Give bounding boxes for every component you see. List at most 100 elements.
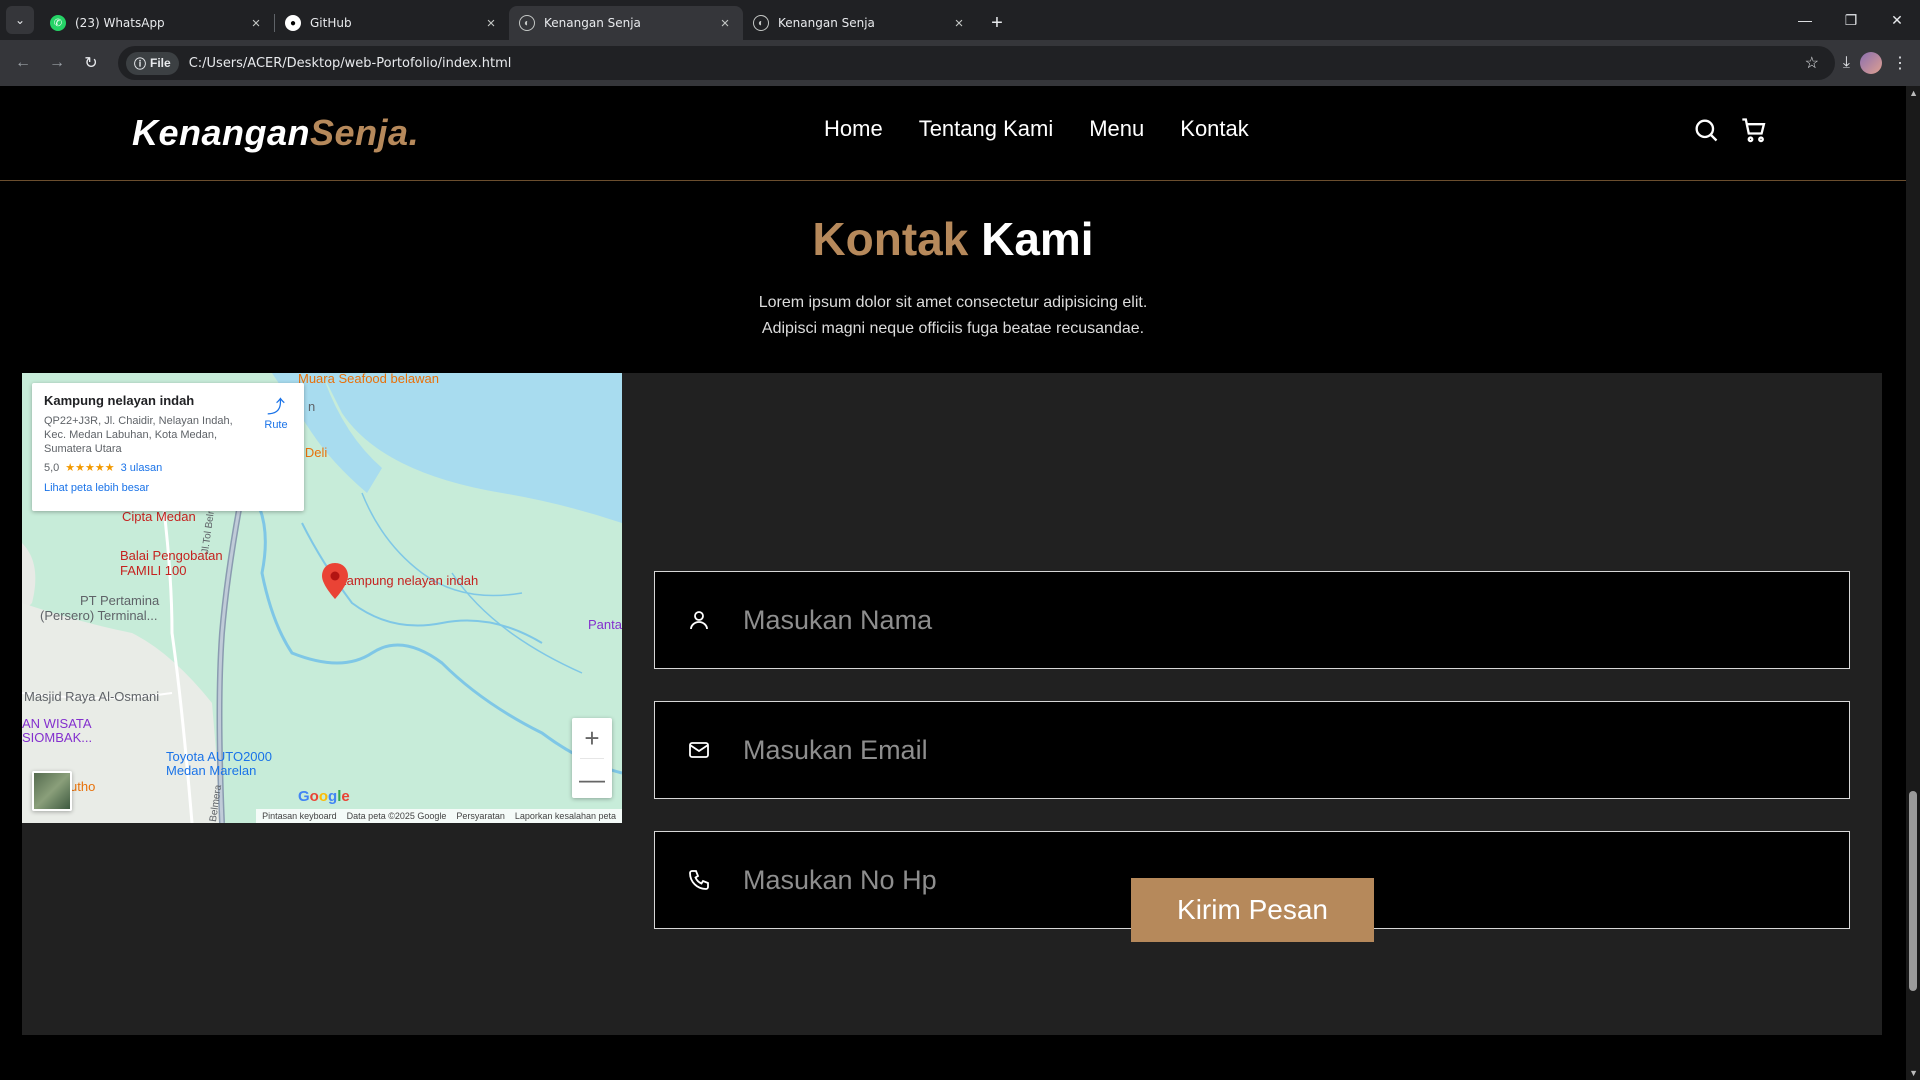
page-viewport: KenanganSenja. Home Tentang Kami Menu Ko…: [0, 86, 1920, 1080]
report-error-link[interactable]: Laporkan kesalahan peta: [515, 811, 616, 821]
browser-tab-kenangan-senja[interactable]: ◐ Kenangan Senja ×: [743, 6, 977, 40]
map-label-toyota: Toyota AUTO2000: [166, 749, 272, 764]
zoom-out-button[interactable]: —: [572, 759, 612, 799]
map-label-toyota-2: Medan Marelan: [166, 763, 257, 778]
map-label-utho: utho: [70, 779, 96, 794]
site-info-chip[interactable]: ⓘ File: [126, 51, 179, 75]
google-logo: Google: [298, 788, 350, 805]
chevron-down-icon: ⌄: [14, 13, 26, 27]
map-label-famili: FAMILI 100: [120, 563, 187, 578]
minimize-icon[interactable]: —: [1782, 0, 1828, 40]
place-name: Kampung nelayan indah: [44, 393, 195, 408]
name-input[interactable]: [743, 604, 1849, 636]
google-map-embed[interactable]: Muara Seafood belawan n n Deli Cipta Med…: [22, 373, 622, 823]
section-description: Lorem ipsum dolor sit amet consectetur a…: [0, 290, 1906, 342]
map-data-text: Data peta ©2025 Google: [346, 811, 447, 821]
new-tab-button[interactable]: +: [983, 9, 1011, 37]
nav-kontak[interactable]: Kontak: [1180, 116, 1249, 142]
desc-line-2: Adipisci magni neque officiis fuga beata…: [761, 320, 1145, 337]
back-arrow-icon[interactable]: ←: [8, 48, 38, 78]
directions-button[interactable]: ⤴ Rute: [258, 393, 294, 431]
map-label-kampung: Kampung nelayan indah: [338, 573, 479, 588]
terms-link[interactable]: Persyaratan: [456, 811, 505, 821]
brand-main: Kenangan: [132, 112, 311, 153]
close-icon[interactable]: ×: [248, 15, 264, 32]
browser-tab-whatsapp[interactable]: ✆ (23) WhatsApp ×: [40, 6, 274, 40]
restore-icon[interactable]: ❐: [1828, 0, 1874, 40]
view-larger-map-link[interactable]: Lihat peta lebih besar: [44, 482, 292, 494]
map-label-panta: Panta: [588, 617, 622, 632]
nav-links: Home Tentang Kami Menu Kontak: [824, 116, 1249, 142]
reload-icon[interactable]: ↻: [76, 48, 106, 78]
site-navbar: KenanganSenja. Home Tentang Kami Menu Ko…: [0, 86, 1906, 181]
name-field: [654, 571, 1850, 669]
whatsapp-icon: ✆: [50, 15, 66, 31]
scroll-down-arrow-icon[interactable]: ▼: [1909, 1068, 1918, 1078]
nav-menu[interactable]: Menu: [1089, 116, 1144, 142]
map-place-card: Kampung nelayan indah QP22+J3R, Jl. Chai…: [32, 383, 304, 511]
map-label-pertamina-2: (Persero) Terminal...: [40, 608, 158, 623]
brand-accent: Senja.: [310, 112, 420, 153]
download-icon[interactable]: ⤓: [1843, 54, 1850, 72]
nav-tentang-kami[interactable]: Tentang Kami: [919, 116, 1054, 142]
map-label-pertamina: PT Pertamina: [80, 593, 160, 608]
reviews-link[interactable]: 3 ulasan: [121, 462, 163, 474]
place-rating: 5,0 ★★★★★ 3 ulasan: [44, 461, 292, 475]
close-icon[interactable]: ×: [717, 15, 733, 32]
forward-arrow-icon[interactable]: →: [42, 48, 72, 78]
phone-icon: [655, 868, 743, 892]
omnibox[interactable]: ⓘ File C:/Users/ACER/Desktop/web-Portofol…: [118, 46, 1835, 80]
zoom-in-button[interactable]: +: [572, 718, 612, 758]
browser-tab-github[interactable]: ● GitHub ×: [275, 6, 509, 40]
close-icon[interactable]: ×: [483, 15, 499, 32]
tab-title: (23) WhatsApp: [75, 16, 165, 30]
place-address: QP22+J3R, Jl. Chaidir, Nelayan Indah, Ke…: [44, 415, 233, 455]
map-label-cipta: Cipta Medan: [122, 509, 196, 524]
user-icon: [655, 608, 743, 632]
scrollbar-thumb[interactable]: [1909, 791, 1917, 991]
page-scrollbar[interactable]: ▲ ▼: [1906, 86, 1920, 1080]
bookmark-star-icon[interactable]: ☆: [1797, 53, 1827, 73]
map-label-wisata: AN WISATA: [22, 716, 92, 731]
map-label-wisata-2: SIOMBAK...: [22, 730, 93, 745]
github-icon: ●: [285, 15, 301, 31]
profile-avatar[interactable]: [1860, 52, 1882, 74]
search-icon[interactable]: [1692, 116, 1720, 144]
map-label-seafood: Muara Seafood belawan: [298, 373, 439, 386]
brand-logo[interactable]: KenanganSenja.: [132, 112, 419, 154]
url-text[interactable]: C:/Users/ACER/Desktop/web-Portofolio/ind…: [189, 56, 1797, 71]
email-input[interactable]: [743, 734, 1849, 766]
browser-tab-kenangan-senja-active[interactable]: ◐ Kenangan Senja ×: [509, 6, 743, 40]
star-rating-icon: ★★★★★: [65, 462, 115, 474]
keyboard-shortcuts-link[interactable]: Pintasan keyboard: [262, 811, 337, 821]
map-label-masjid: Masjid Raya Al-Osmani: [24, 689, 160, 704]
kebab-menu-icon[interactable]: ⋮: [1892, 53, 1908, 73]
desc-line-1: Lorem ipsum dolor sit amet consectetur a…: [758, 294, 1148, 311]
mail-icon: [655, 738, 743, 762]
shopping-cart-icon[interactable]: [1740, 116, 1768, 144]
map-label-n: n: [308, 399, 316, 414]
close-window-icon[interactable]: ✕: [1874, 0, 1920, 40]
map-attribution-bar: Pintasan keyboard Data peta ©2025 Google…: [256, 809, 622, 823]
map-zoom-control: + —: [572, 718, 612, 798]
scroll-up-arrow-icon[interactable]: ▲: [1909, 88, 1918, 98]
section-title: Kontak Kami: [0, 212, 1906, 266]
satellite-layer-toggle[interactable]: [32, 771, 72, 811]
tab-title: Kenangan Senja: [778, 16, 875, 30]
info-icon: ⓘ: [134, 56, 147, 71]
tab-title: GitHub: [310, 16, 352, 30]
globe-icon: ◐: [753, 15, 769, 31]
tab-search-button[interactable]: ⌄: [6, 6, 34, 34]
window-controls: — ❐ ✕: [1782, 0, 1920, 40]
directions-icon: ⤴: [267, 397, 285, 417]
map-pin-icon[interactable]: [322, 563, 348, 599]
rating-value: 5,0: [44, 461, 60, 474]
send-message-button[interactable]: Kirim Pesan: [1131, 878, 1374, 942]
file-label: File: [150, 56, 171, 70]
close-icon[interactable]: ×: [951, 15, 967, 32]
title-accent: Kontak: [812, 213, 969, 265]
nav-home[interactable]: Home: [824, 116, 883, 142]
globe-icon: ◐: [519, 15, 535, 31]
tab-title: Kenangan Senja: [544, 16, 641, 30]
address-bar: ← → ↻ ⓘ File C:/Users/ACER/Desktop/web-Po…: [0, 40, 1920, 86]
